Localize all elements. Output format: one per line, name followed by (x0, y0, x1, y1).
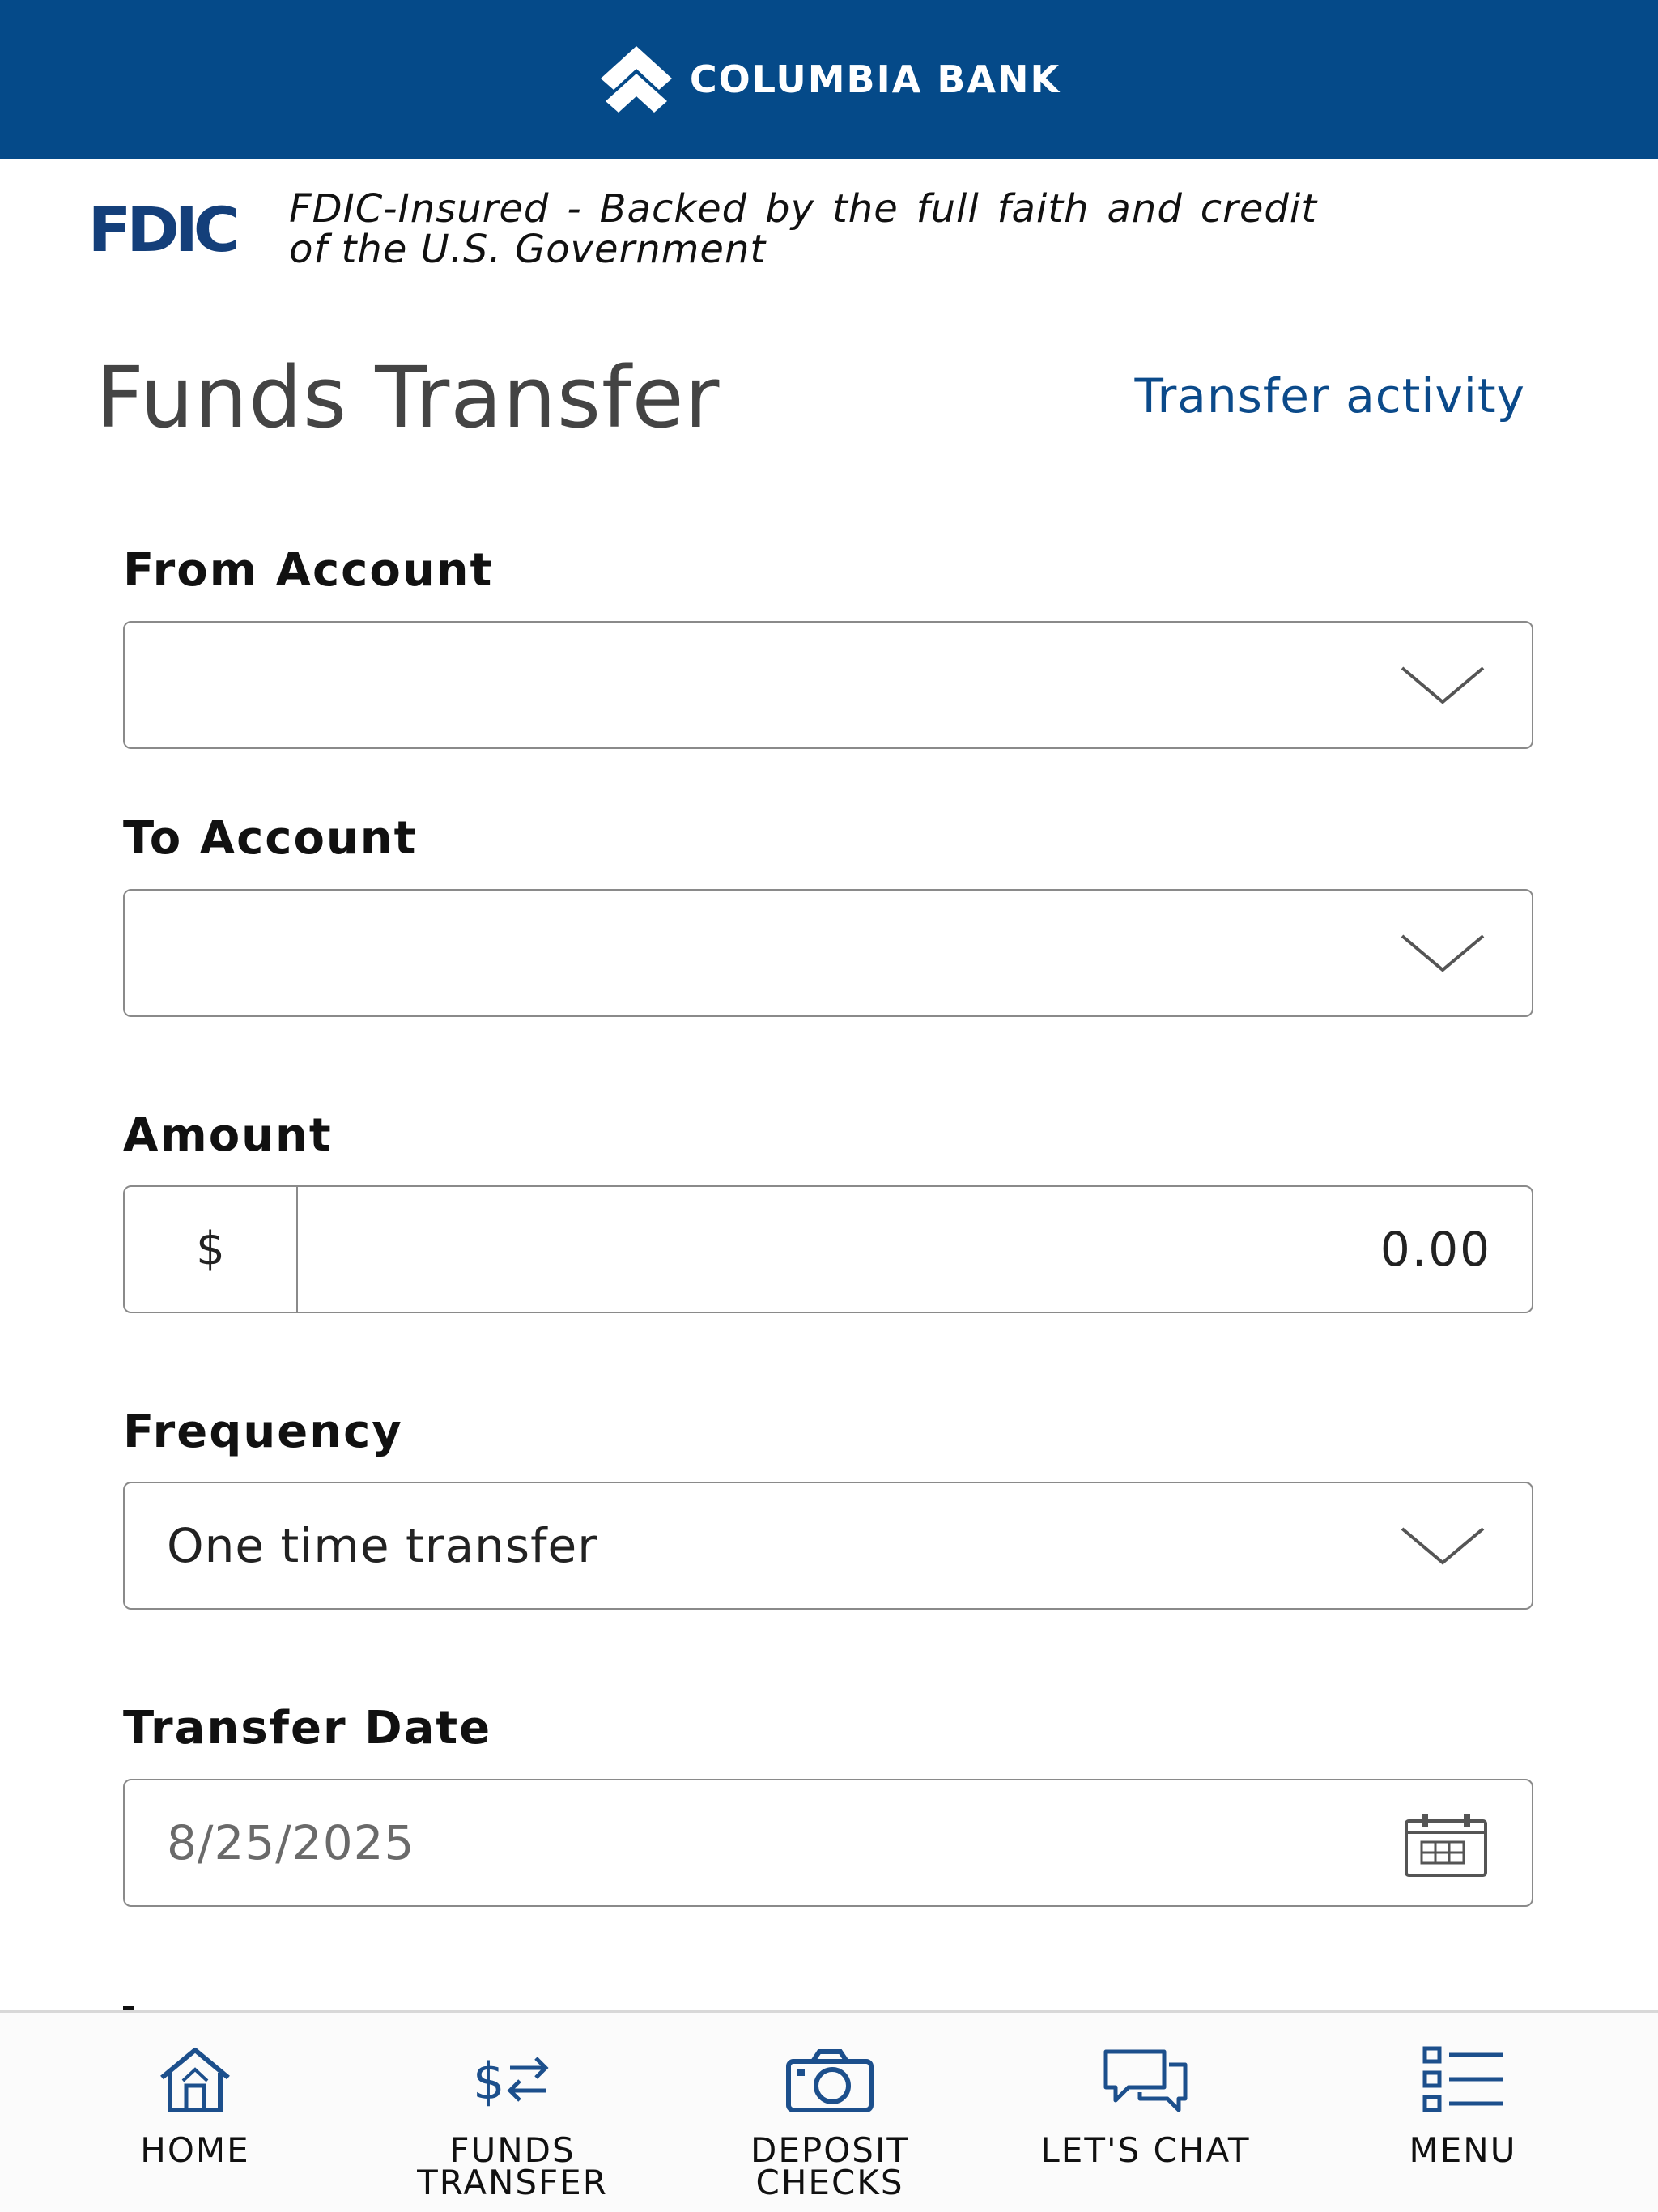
amount-label: Amount (123, 1109, 333, 1162)
nav-home-label: HOME (140, 2130, 250, 2170)
amount-input[interactable]: 0.00 (1380, 1187, 1491, 1312)
home-icon (160, 2048, 230, 2112)
transfer-date-value: 8/25/2025 (167, 1815, 415, 1870)
frequency-label: Frequency (123, 1406, 403, 1458)
nav-lets-chat[interactable]: LET'S CHAT (988, 2013, 1303, 2212)
to-account-label: To Account (123, 812, 418, 865)
chat-icon (1103, 2049, 1188, 2112)
columbia-chevron-logo-icon (600, 46, 672, 113)
from-account-label: From Account (123, 544, 494, 597)
transfer-activity-link[interactable]: Transfer activity (1135, 368, 1525, 423)
chevron-down-icon (1401, 934, 1485, 972)
funds-transfer-icon: $ (473, 2052, 549, 2111)
frequency-value: One time transfer (167, 1518, 598, 1573)
currency-symbol: $ (125, 1187, 298, 1312)
to-account-select[interactable] (123, 889, 1533, 1017)
bottom-navigation: HOME $ FUNDS TRANSFER DEPOSIT CHECKS LET… (0, 2010, 1658, 2212)
svg-text:$: $ (473, 2052, 504, 2111)
nav-funds-transfer[interactable]: $ FUNDS TRANSFER (355, 2013, 670, 2212)
fdic-notice: FDIC FDIC-Insured - Backed by the full f… (87, 185, 1321, 274)
camera-icon (786, 2049, 874, 2112)
chevron-down-icon (1401, 1527, 1485, 1565)
nav-lets-chat-label: LET'S CHAT (1040, 2130, 1251, 2170)
nav-menu-label: MENU (1409, 2130, 1517, 2170)
transfer-date-field[interactable]: 8/25/2025 (123, 1779, 1533, 1907)
nav-funds-transfer-label: FUNDS TRANSFER (417, 2130, 608, 2202)
brand[interactable]: COLUMBIA BANK (597, 43, 1061, 116)
page-title: Funds Transfer (96, 348, 721, 447)
nav-deposit-checks-label: DEPOSIT CHECKS (750, 2130, 909, 2202)
frequency-select[interactable]: One time transfer (123, 1482, 1533, 1610)
nav-home[interactable]: HOME (37, 2013, 353, 2212)
calendar-icon[interactable] (1404, 1813, 1488, 1878)
app-header: COLUMBIA BANK (0, 0, 1658, 159)
transfer-date-label: Transfer Date (123, 1702, 492, 1755)
nav-menu[interactable]: MENU (1305, 2013, 1621, 2212)
nav-deposit-checks[interactable]: DEPOSIT CHECKS (672, 2013, 988, 2212)
amount-field: $ 0.00 (123, 1185, 1533, 1313)
brand-name: COLUMBIA BANK (689, 57, 1061, 101)
menu-list-icon (1422, 2046, 1503, 2112)
fdic-logo: FDIC (87, 193, 240, 266)
chevron-down-icon (1401, 666, 1485, 704)
from-account-select[interactable] (123, 621, 1533, 749)
fdic-notice-text: FDIC-Insured - Backed by the full faith … (289, 186, 1318, 272)
